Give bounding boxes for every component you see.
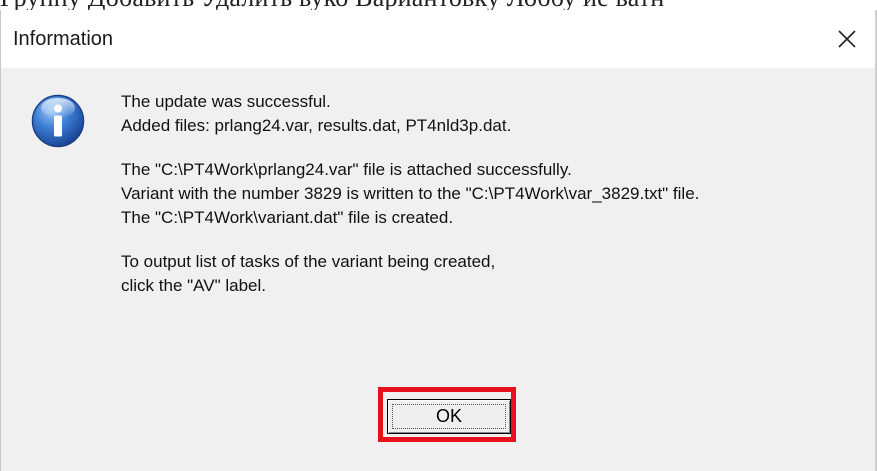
close-icon bbox=[838, 30, 856, 48]
message-line: click the "AV" label. bbox=[121, 276, 266, 295]
ok-button[interactable]: OK bbox=[387, 399, 511, 434]
message-line: The "C:\PT4Work\prlang24.var" file is at… bbox=[121, 160, 572, 179]
ok-button-label: OK bbox=[435, 406, 462, 426]
dialog-message: The update was successful. Added files: … bbox=[121, 90, 699, 298]
background-window-strip: Группу Добавить Удалить вуко Вариантовку… bbox=[0, 0, 877, 10]
information-dialog: Information The update was successful. A… bbox=[0, 10, 877, 471]
information-icon bbox=[31, 94, 85, 148]
message-line: Added files: prlang24.var, results.dat, … bbox=[121, 116, 512, 135]
message-line: The "C:\PT4Work\variant.dat" file is cre… bbox=[121, 208, 454, 227]
message-gap bbox=[121, 138, 699, 158]
message-line: Variant with the number 3829 is written … bbox=[121, 184, 700, 203]
close-button[interactable] bbox=[819, 10, 875, 68]
dialog-titlebar: Information bbox=[1, 10, 875, 68]
background-window-text: Группу Добавить Удалить вуко Вариантовку… bbox=[0, 0, 664, 10]
message-line: The update was successful. bbox=[121, 92, 331, 111]
message-gap bbox=[121, 230, 699, 250]
dialog-title: Information bbox=[13, 28, 114, 50]
message-line: To output list of tasks of the variant b… bbox=[121, 252, 496, 271]
